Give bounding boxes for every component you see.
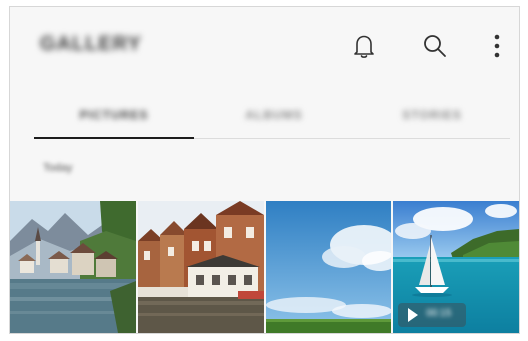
photo-thumbnail-sky-meadow[interactable]: [265, 201, 392, 333]
tab-divider: [194, 138, 510, 139]
notifications-button[interactable]: [347, 29, 381, 63]
search-icon: [424, 35, 446, 57]
play-icon: [408, 308, 419, 322]
date-section-header: Today: [43, 162, 73, 174]
tab-stories[interactable]: STORIES: [354, 95, 510, 135]
tab-pictures[interactable]: PICTURES: [34, 95, 194, 135]
app-title: GALLERY: [40, 33, 142, 55]
video-badge: 00:15: [398, 303, 467, 327]
more-vert-icon: [494, 34, 500, 58]
bell-icon: [354, 35, 374, 58]
photo-thumbnail-alpine-lake[interactable]: [10, 201, 136, 333]
search-button[interactable]: [418, 29, 452, 63]
tab-stories-label: STORIES: [402, 108, 462, 122]
video-duration: 00:15: [426, 308, 452, 319]
tab-pictures-label: PICTURES: [79, 108, 149, 122]
gallery-app-window: GALLERY PICTURES ALBUMS STORIES Today 00…: [9, 6, 520, 334]
active-tab-indicator: [34, 137, 194, 139]
photo-grid: 00:15: [10, 201, 519, 333]
more-options-button[interactable]: [480, 29, 514, 63]
photo-thumbnail-canal-houses[interactable]: [137, 201, 264, 333]
tab-albums-label: ALBUMS: [245, 108, 303, 122]
video-thumbnail-sailboat[interactable]: 00:15: [393, 201, 519, 333]
tab-albums[interactable]: ALBUMS: [194, 95, 354, 135]
tab-bar: PICTURES ALBUMS STORIES: [34, 95, 510, 139]
